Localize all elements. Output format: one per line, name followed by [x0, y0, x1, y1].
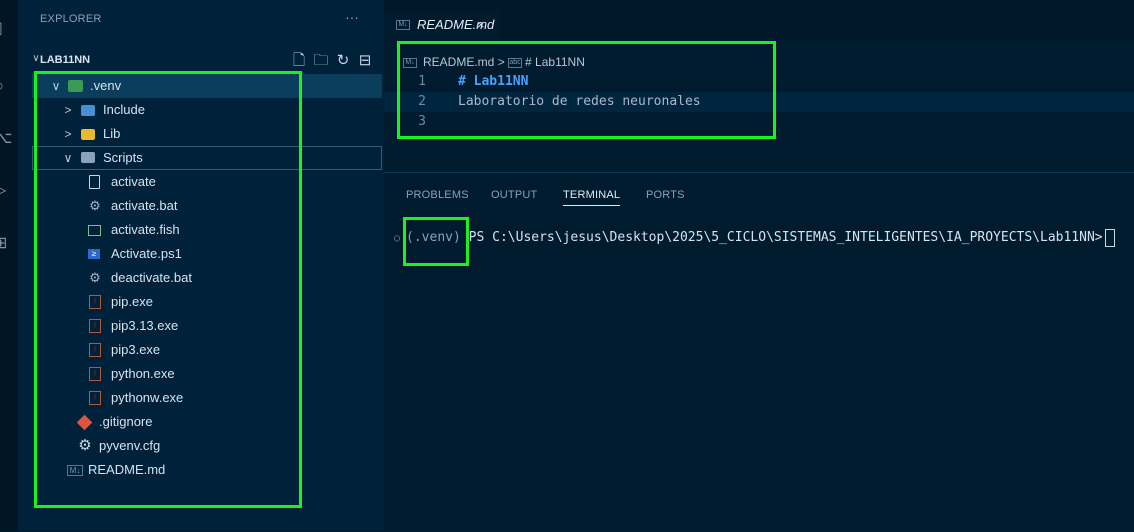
source-control-icon[interactable]: ⌥ [0, 130, 12, 148]
gear-icon: ⚙ [89, 198, 101, 213]
markdown-icon: M↓ [67, 465, 83, 476]
terminal-cursor [1104, 228, 1115, 247]
close-icon[interactable]: × [477, 10, 485, 40]
scripts-folder-icon [81, 152, 95, 163]
chevron-down-icon: ∨ [51, 79, 61, 93]
tree-item-deactivate-bat[interactable]: ⚙ deactivate.bat [32, 266, 382, 290]
collapse-all-icon[interactable]: ⊟ [354, 51, 376, 69]
tree-item-label: Activate.ps1 [111, 246, 182, 261]
tree-item-label: README.md [88, 462, 166, 477]
line-number: 2 [418, 94, 426, 109]
project-actions: 🗋 🗀 ↻ ⊟ [288, 50, 376, 75]
tree-item-gitignore[interactable]: .gitignore [32, 410, 382, 434]
tree-item-label: activate.bat [111, 198, 178, 213]
tree-item-label: pip3.exe [111, 342, 161, 357]
markdown-icon: M↓ [403, 57, 417, 68]
tree-item-scripts[interactable]: ∨ Scripts [32, 146, 382, 170]
breadcrumb-separator: > [497, 55, 505, 69]
tree-item-activate[interactable]: activate [32, 170, 382, 194]
chevron-down-icon: ∨ [63, 151, 73, 165]
files-icon[interactable]: ▯ [0, 20, 12, 38]
tree-item-pip3-exe[interactable]: ⁝ pip3.exe [32, 338, 382, 362]
terminal-output[interactable]: ○ (.venv) PS C:\Users\jesus\Desktop\2025\… [394, 228, 1115, 249]
tree-item-label: pythonw.exe [111, 390, 184, 405]
project-title: LAB11NN [40, 54, 91, 66]
editor-tab-bar: M↓ README.md × [384, 0, 1134, 40]
explorer-title: EXPLORER [40, 13, 102, 25]
breadcrumb-file[interactable]: README.md [423, 55, 494, 69]
refresh-icon[interactable]: ↻ [332, 51, 354, 69]
tree-item-activate-fish[interactable]: activate.fish [32, 218, 382, 242]
tree-item-label: pyvenv.cfg [99, 438, 161, 453]
exe-icon: ⁝ [89, 367, 101, 381]
settings-icon: ⚙ [78, 437, 92, 454]
markdown-icon: M↓ [396, 20, 410, 30]
terminal-prompt: PS C:\Users\jesus\Desktop\2025\5_CICLO\S… [468, 230, 1103, 245]
tree-item-label: .gitignore [99, 414, 153, 429]
tree-item-readme[interactable]: M↓ README.md [32, 458, 382, 482]
tree-item-activate-ps1[interactable]: ≥ Activate.ps1 [32, 242, 382, 266]
venv-folder-icon [68, 80, 83, 92]
git-icon [76, 414, 93, 431]
bottom-panel: PROBLEMS OUTPUT TERMINAL PORTS ○ (.venv) … [384, 172, 1134, 532]
project-header[interactable]: ∨ LAB11NN 🗋 🗀 ↻ ⊟ [32, 50, 382, 70]
file-icon [89, 175, 100, 189]
extensions-icon[interactable]: ⊞ [0, 235, 12, 253]
line-number: 1 [418, 74, 426, 89]
exe-icon: ⁝ [89, 391, 101, 405]
terminal-icon [88, 225, 101, 236]
breadcrumb: M↓ README.md > abc # Lab11NN [403, 55, 585, 69]
folder-icon [81, 105, 95, 116]
exe-icon: ⁝ [89, 343, 101, 357]
tree-item-label: pip3.13.exe [111, 318, 179, 333]
more-actions-icon[interactable]: ··· [345, 9, 359, 25]
tab-problems[interactable]: PROBLEMS [406, 189, 469, 201]
tree-item-label: activate.fish [111, 222, 180, 237]
code-line[interactable]: 3 [384, 112, 1134, 132]
gear-icon: ⚙ [89, 270, 101, 285]
tree-item-pip313-exe[interactable]: ⁝ pip3.13.exe [32, 314, 382, 338]
venv-indicator: (.venv) [406, 230, 461, 245]
tab-readme[interactable]: M↓ README.md × [384, 10, 500, 40]
new-folder-icon[interactable]: 🗀 [310, 50, 332, 75]
code-line[interactable]: 1 # Lab11NN [384, 72, 1134, 92]
breadcrumb-symbol[interactable]: # Lab11NN [525, 55, 585, 69]
tree-item-activate-bat[interactable]: ⚙ activate.bat [32, 194, 382, 218]
line-number: 3 [418, 114, 426, 129]
tab-output[interactable]: OUTPUT [491, 189, 537, 201]
command-status-icon: ○ [394, 233, 401, 244]
tree-item-include[interactable]: > Include [32, 98, 382, 122]
activity-bar: ▯ ○ ⌥ ▷ ⊞ [0, 0, 18, 531]
tree-item-label: Lib [103, 126, 121, 141]
exe-icon: ⁝ [89, 295, 101, 309]
tree-item-label: Include [103, 102, 145, 117]
powershell-icon: ≥ [88, 249, 100, 259]
new-file-icon[interactable]: 🗋 [288, 50, 310, 75]
explorer-sidebar: EXPLORER ··· ∨ LAB11NN 🗋 🗀 ↻ ⊟ ∨ .venv > In… [18, 0, 384, 531]
tab-ports[interactable]: PORTS [646, 189, 685, 201]
exe-icon: ⁝ [89, 319, 101, 333]
tree-item-pyvenv-cfg[interactable]: ⚙ pyvenv.cfg [32, 434, 382, 458]
chevron-right-icon: > [64, 127, 72, 141]
tree-item-pythonw-exe[interactable]: ⁝ pythonw.exe [32, 386, 382, 410]
line-text: Laboratorio de redes neuronales [458, 94, 701, 109]
code-line[interactable]: 2 Laboratorio de redes neuronales [384, 92, 1134, 112]
tree-item-label: python.exe [111, 366, 175, 381]
line-text: # Lab11NN [458, 74, 529, 89]
tree-item-label: activate [111, 174, 156, 189]
tree-item-label: Scripts [103, 150, 143, 165]
tree-item-python-exe[interactable]: ⁝ python.exe [32, 362, 382, 386]
search-icon[interactable]: ○ [0, 78, 12, 96]
tree-item-venv[interactable]: ∨ .venv [32, 74, 382, 98]
tree-item-label: .venv [90, 78, 122, 93]
chevron-right-icon: > [64, 103, 72, 117]
tree-item-label: pip.exe [111, 294, 153, 309]
lib-folder-icon [81, 129, 95, 140]
tree-item-lib[interactable]: > Lib [32, 122, 382, 146]
symbol-string-icon: abc [508, 57, 523, 68]
tree-item-pip-exe[interactable]: ⁝ pip.exe [32, 290, 382, 314]
tree-item-label: deactivate.bat [111, 270, 192, 285]
tab-terminal[interactable]: TERMINAL [563, 189, 621, 206]
run-debug-icon[interactable]: ▷ [0, 182, 12, 200]
